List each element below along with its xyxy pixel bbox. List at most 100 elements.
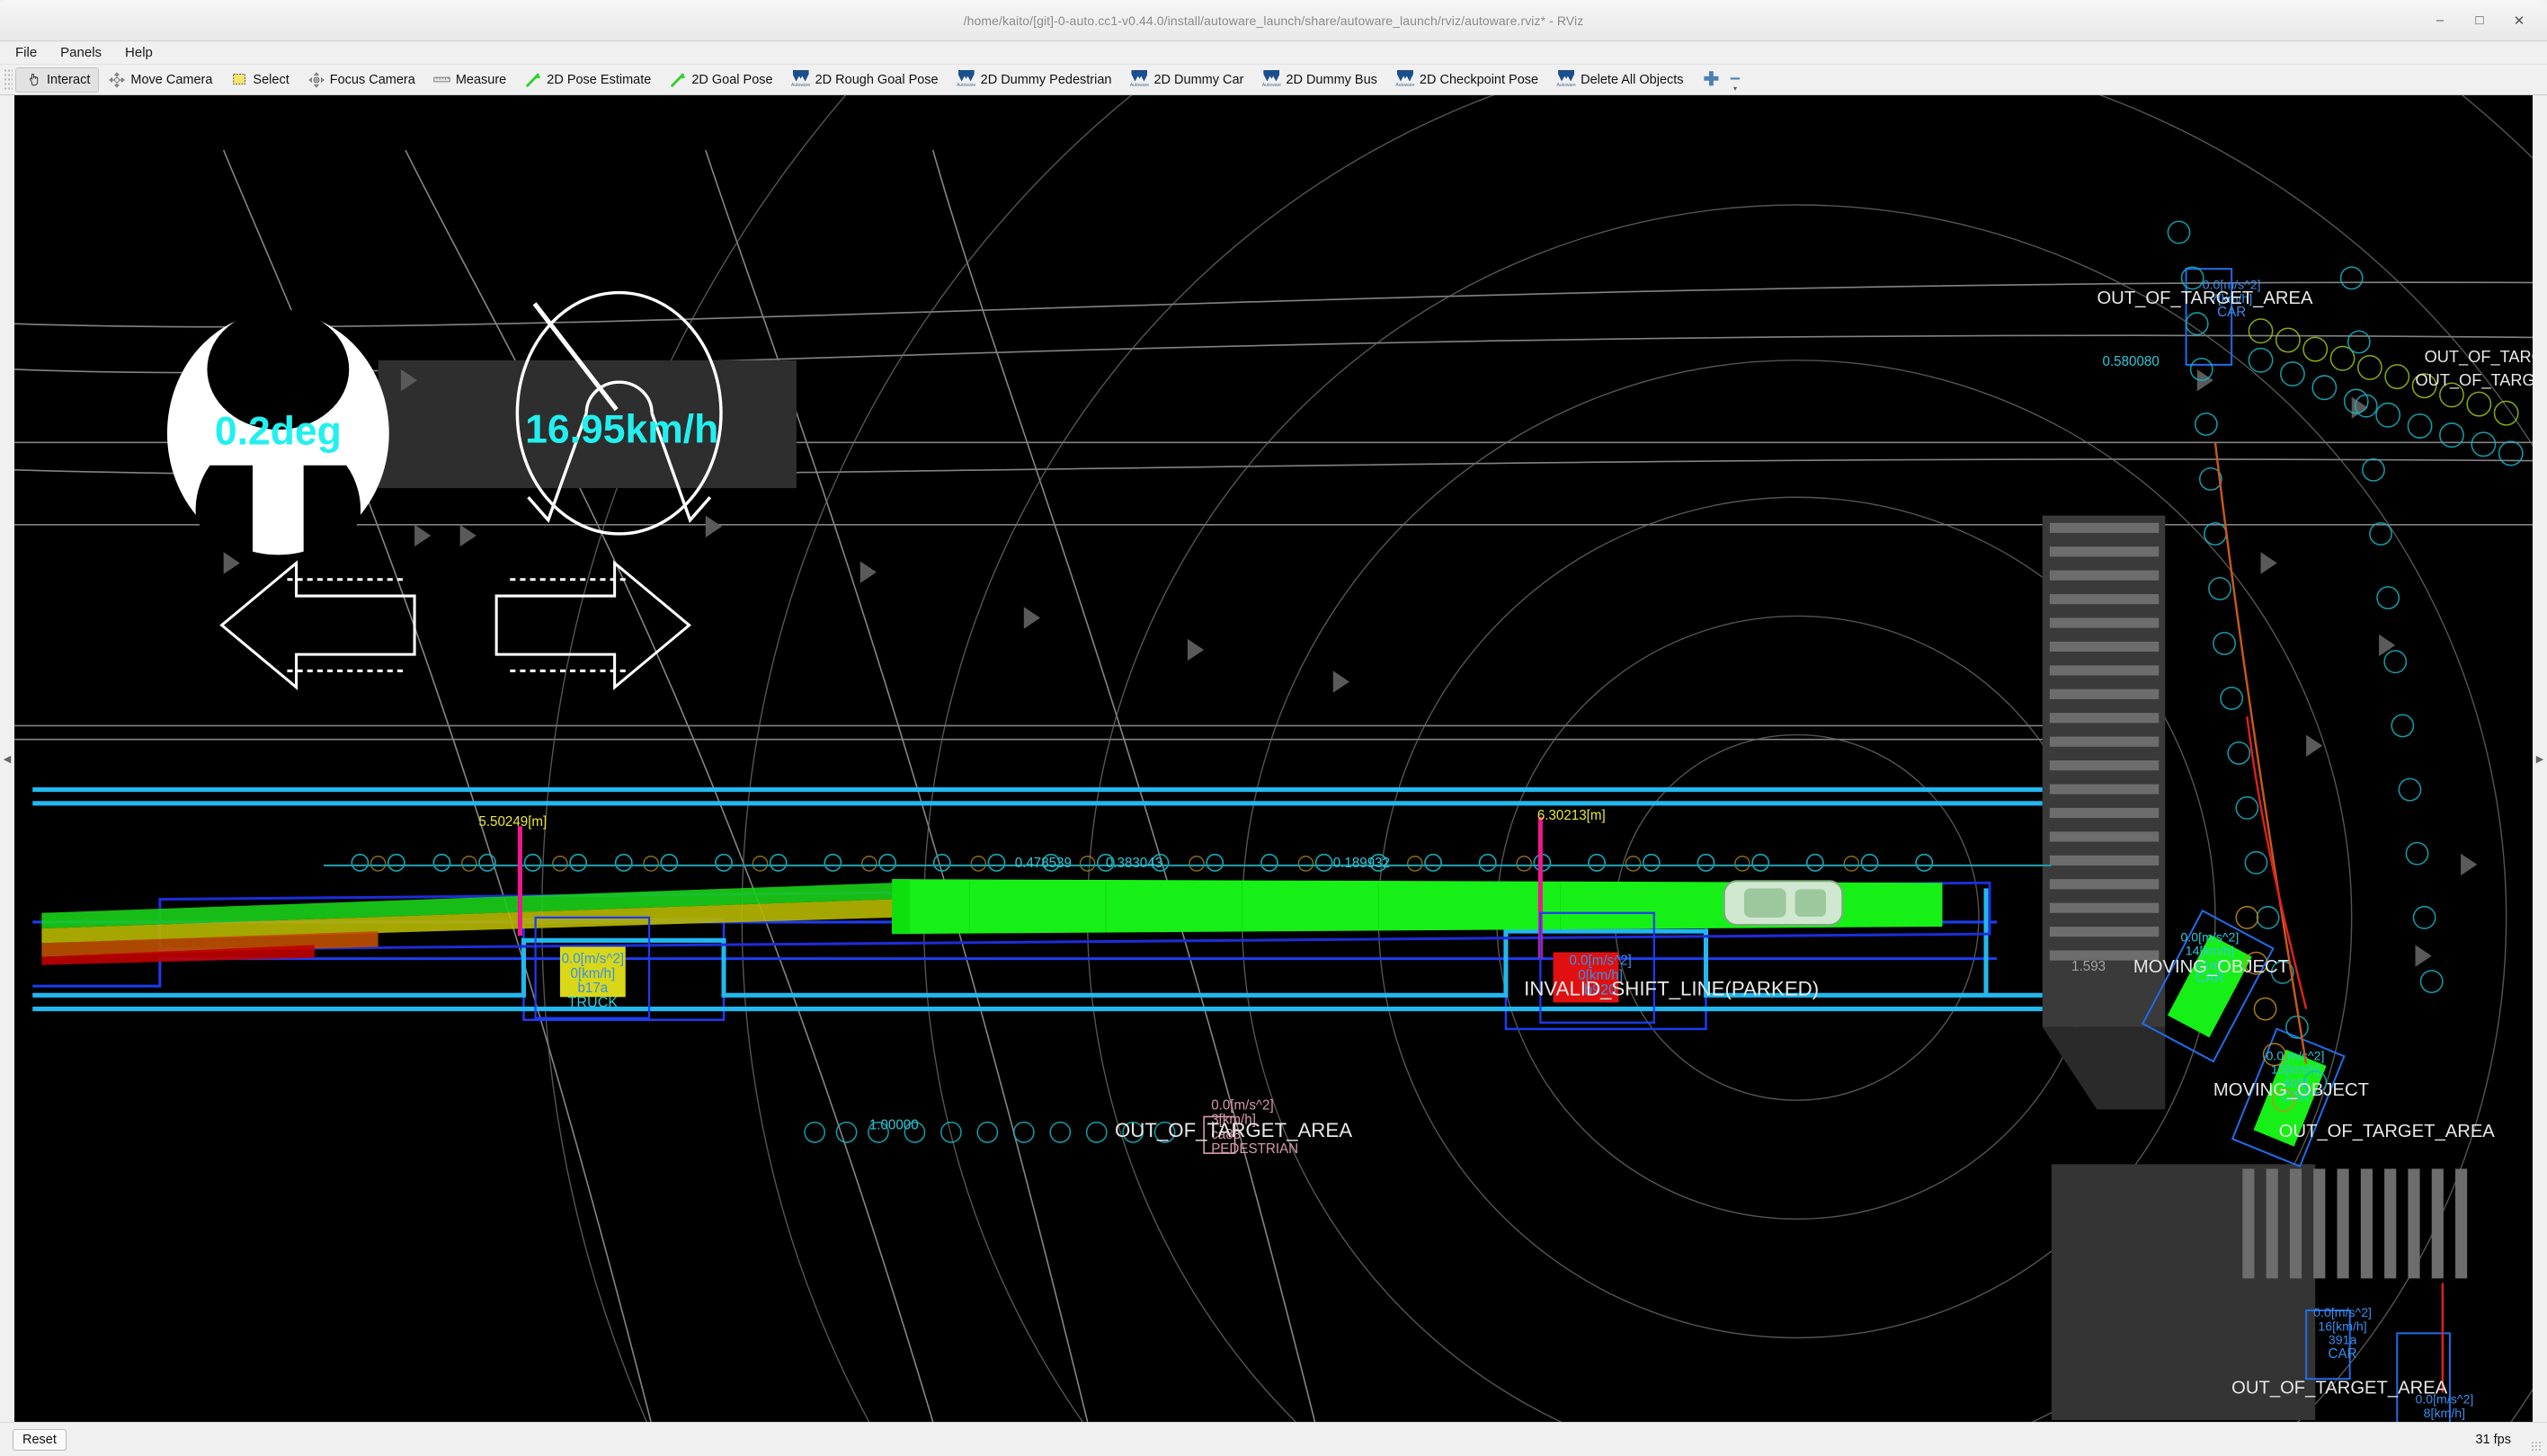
chevron-down-icon[interactable]: ▾ <box>1733 84 1737 93</box>
planner-message: MOVING_OBJECT <box>2213 1080 2369 1100</box>
tool-label: 2D Dummy Pedestrian <box>981 73 1112 87</box>
distance-marker-label: 6.30213[m] <box>1537 808 1606 823</box>
autoware-icon: Autoware <box>1395 70 1415 90</box>
tool-2d-checkpoint-pose[interactable]: Autoware 2D Checkpoint Pose <box>1386 67 1547 93</box>
autoware-watermark: Autoware <box>791 83 810 88</box>
tool-label: 2D Rough Goal Pose <box>815 73 939 87</box>
object-speed: 0[km/h] <box>570 966 615 981</box>
path-value-label: 0.580080 <box>2103 354 2160 369</box>
predicted-paths <box>805 221 2523 1142</box>
autoware-icon: Autoware <box>1261 70 1281 90</box>
plus-icon[interactable]: ✚ <box>1693 68 1731 91</box>
planner-message: INVALID_SHIFT_LINE(PARKED) <box>1524 977 1819 999</box>
focus-camera-icon <box>307 71 325 89</box>
status-bar: Reset 31 fps <box>0 1422 2547 1456</box>
path-value-label: 1.00000 <box>869 1118 919 1133</box>
toolbar-drag-handle[interactable] <box>4 68 13 92</box>
tool-select[interactable]: Select <box>221 67 298 93</box>
menu-bar: File Panels Help <box>0 41 2547 65</box>
menu-item-help[interactable]: Help <box>122 44 156 61</box>
autoware-icon: Autoware <box>1129 70 1149 90</box>
window-title: /home/kaito/[git]-0-auto.cc1-v0.44.0/ins… <box>0 13 2547 28</box>
select-box-icon <box>230 71 248 89</box>
object-class: PEDESTRIAN <box>1211 1141 1298 1157</box>
planner-message: OUT_OF_TARGET_AREA <box>2279 1122 2495 1141</box>
remove-tool-button[interactable]: – ▾ <box>1730 67 1741 93</box>
distance-marker-label: 5.50249[m] <box>478 814 547 830</box>
path-value-label: 0.478539 <box>1015 856 1072 871</box>
planner-message: MOVING_OBJECT <box>2133 957 2289 977</box>
steering-angle-value: 0.2deg <box>215 409 342 453</box>
green-arrow-icon <box>524 71 542 89</box>
tool-label: 2D Goal Pose <box>691 73 772 87</box>
resize-grip[interactable] <box>2531 1441 2542 1452</box>
turn-signal-left-icon <box>222 563 414 687</box>
tool-measure[interactable]: Measure <box>424 67 515 93</box>
object-class: CAR <box>2329 1346 2357 1362</box>
tool-label: Focus Camera <box>330 73 415 87</box>
object-speed: 8[km/h] <box>2424 1407 2465 1421</box>
tool-label: 2D Checkpoint Pose <box>1420 73 1538 87</box>
tool-delete-all-objects[interactable]: Autoware Delete All Objects <box>1547 67 1692 93</box>
tool-2d-dummy-pedestrian[interactable]: Autoware 2D Dummy Pedestrian <box>948 67 1121 93</box>
path-value-label: 1.593 <box>2071 959 2106 974</box>
speed-value: 16.95km/h <box>525 407 718 451</box>
autoware-icon: Autoware <box>957 70 976 90</box>
scene-svg: 5.50249[m] 6.30213[m] 0.478539 0.383043 … <box>14 95 2533 1422</box>
planner-message: OUT_OF_TARGET_AREA <box>2097 289 2312 308</box>
tool-2d-goal-pose[interactable]: 2D Goal Pose <box>660 67 781 93</box>
render-viewport-3d[interactable]: 5.50249[m] 6.30213[m] 0.478539 0.383043 … <box>14 95 2533 1422</box>
tool-label: Measure <box>456 73 506 87</box>
object-accel: 0.0[m/s^2] <box>2180 930 2239 945</box>
tool-focus-camera[interactable]: Focus Camera <box>298 67 424 93</box>
autoware-watermark: Autoware <box>1262 83 1281 88</box>
autoware-watermark: Autoware <box>1130 83 1149 88</box>
tool-label: Select <box>253 73 289 87</box>
object-class: TRUCK <box>567 994 618 1010</box>
planner-message: OUT_OF_TARGET_AREA <box>2425 347 2533 367</box>
rviz-main-window: /home/kaito/[git]-0-auto.cc1-v0.44.0/ins… <box>0 0 2547 1456</box>
detected-object-car-391a: 0.0[m/s^2] 16[km/h] 391a CAR <box>2306 1306 2372 1379</box>
object-accel: 0.0[m/s^2] <box>2266 1049 2325 1063</box>
planner-message: OUT_OF_TARGET_AREA <box>2231 1378 2447 1398</box>
viewport-container: ◀ <box>0 95 2547 1422</box>
tool-interact[interactable]: Interact <box>15 67 99 93</box>
planner-message: OUT_OF_TARGET_AREA <box>1115 1119 1352 1141</box>
move-camera-icon <box>108 71 126 89</box>
title-bar: /home/kaito/[git]-0-auto.cc1-v0.44.0/ins… <box>0 0 2547 41</box>
object-accel: 0.0[m/s^2] <box>2313 1306 2372 1320</box>
reset-button[interactable]: Reset <box>13 1429 67 1451</box>
tools-toolbar: Interact Move Camera Select Focus Camera <box>0 65 2547 95</box>
fps-indicator: 31 fps <box>2476 1433 2535 1447</box>
menu-item-file[interactable]: File <box>13 44 40 61</box>
hand-cursor-icon <box>24 71 42 89</box>
path-value-label: 0.383043 <box>1106 856 1162 871</box>
tool-2d-dummy-car[interactable]: Autoware 2D Dummy Car <box>1120 67 1252 93</box>
tool-label: 2D Pose Estimate <box>547 73 651 87</box>
detected-object-truck-b17a: 0.0[m/s^2] 0[km/h] b17a TRUCK <box>536 918 649 1018</box>
tool-label: Delete All Objects <box>1581 73 1683 87</box>
path-value-label: 0.189932 <box>1333 856 1390 871</box>
menu-item-panels[interactable]: Panels <box>58 44 104 61</box>
object-speed: 16[km/h] <box>2318 1319 2366 1334</box>
object-accel: 0.0[m/s^2] <box>562 952 625 967</box>
tool-label: Interact <box>47 73 90 87</box>
tool-2d-dummy-bus[interactable]: Autoware 2D Dummy Bus <box>1252 67 1386 93</box>
object-accel: 0.0[m/s^2] <box>1211 1097 1274 1113</box>
tool-label: 2D Dummy Bus <box>1286 73 1377 87</box>
tool-2d-rough-goal-pose[interactable]: Autoware 2D Rough Goal Pose <box>782 67 948 93</box>
ruler-icon <box>433 71 451 89</box>
autoware-watermark: Autoware <box>1557 83 1576 88</box>
left-panel-handle[interactable]: ◀ <box>0 95 14 1422</box>
right-panel-handle[interactable]: ▶ <box>2533 95 2547 1422</box>
tool-move-camera[interactable]: Move Camera <box>99 67 221 93</box>
planner-message: OUT_OF_TARGET_AREA <box>2416 370 2533 390</box>
ego-vehicle-icon <box>1724 881 1843 925</box>
tool-2d-pose-estimate[interactable]: 2D Pose Estimate <box>515 67 660 93</box>
autoware-icon: Autoware <box>1556 70 1576 90</box>
object-accel: 0.0[m/s^2] <box>1569 954 1632 969</box>
autoware-icon: Autoware <box>791 70 811 90</box>
green-arrow-icon <box>669 71 687 89</box>
autoware-watermark: Autoware <box>1395 83 1414 88</box>
autoware-watermark: Autoware <box>957 83 975 88</box>
